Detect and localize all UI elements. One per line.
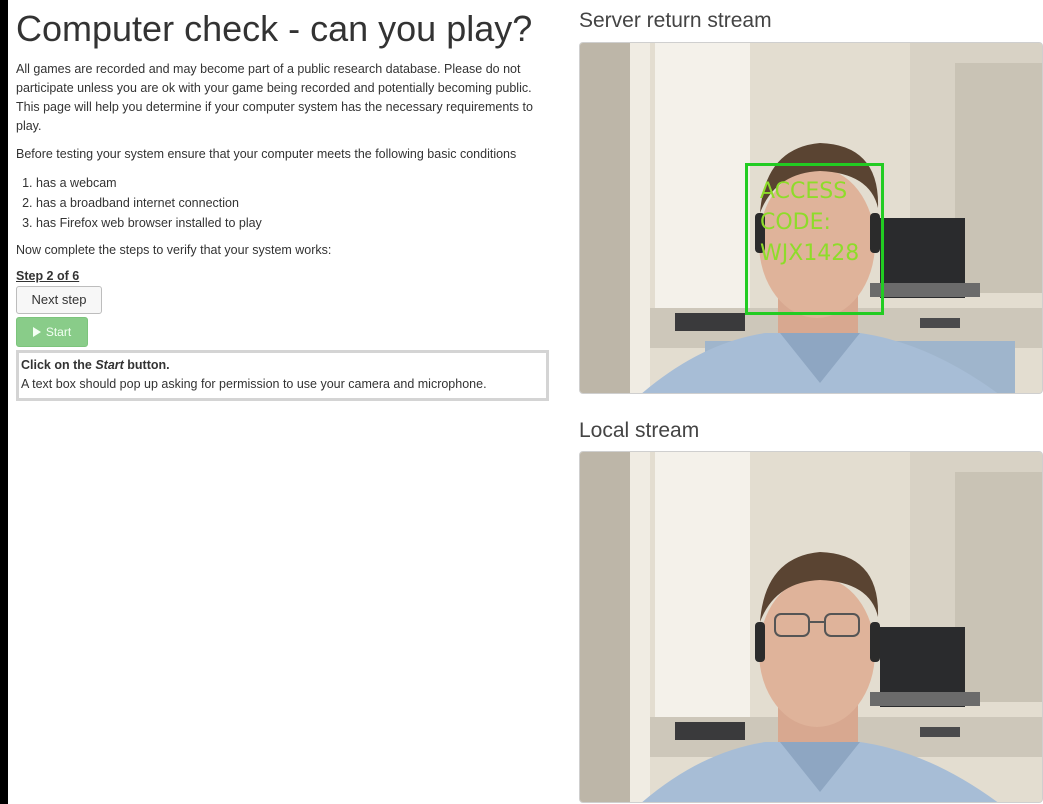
requirement-firefox: has Firefox web browser installed to pla… (36, 213, 556, 233)
instruction-suffix: button. (123, 358, 170, 372)
page-title: Computer check - can you play? (16, 8, 533, 49)
play-icon (32, 327, 41, 337)
start-button-label: Start (45, 325, 72, 339)
requirement-broadband: has a broadband internet connection (36, 193, 556, 213)
requirement-webcam: has a webcam (36, 173, 556, 193)
instruction-prefix: Click on the (21, 358, 96, 372)
server-return-video: ACCESS CODE: WJX1428 (579, 42, 1043, 394)
access-code-overlay: ACCESS CODE: WJX1428 (760, 176, 859, 269)
local-video (579, 451, 1043, 803)
instruction-emphasis: Start (95, 358, 124, 372)
steps-intro: Now complete the steps to verify that yo… (16, 243, 332, 257)
next-step-button[interactable]: Next step (16, 286, 102, 314)
step-counter: Step 2 of 6 (16, 269, 80, 283)
instruction-text: A text box should pop up asking for perm… (21, 377, 487, 391)
local-stream-title: Local stream (579, 419, 700, 442)
access-label-code: CODE: (760, 210, 831, 235)
window-border (0, 0, 8, 804)
access-label: ACCESS (760, 179, 848, 204)
intro-text: All games are recorded and may become pa… (16, 62, 533, 133)
conditions-intro: Before testing your system ensure that y… (16, 147, 517, 161)
step-instruction-box: Click on the Start button. A text box sh… (16, 350, 549, 401)
access-code-value: WJX1428 (760, 241, 860, 266)
server-stream-title: Server return stream (579, 9, 772, 32)
access-code-box: ACCESS CODE: WJX1428 (745, 163, 884, 315)
instruction-heading: Click on the Start button. (21, 356, 544, 375)
webcam-scene-image (580, 452, 1042, 802)
requirements-list: has a webcam has a broadband internet co… (16, 173, 556, 233)
start-button[interactable]: Start (16, 317, 88, 347)
instructions-panel: Computer check - can you play? All games… (16, 0, 556, 401)
